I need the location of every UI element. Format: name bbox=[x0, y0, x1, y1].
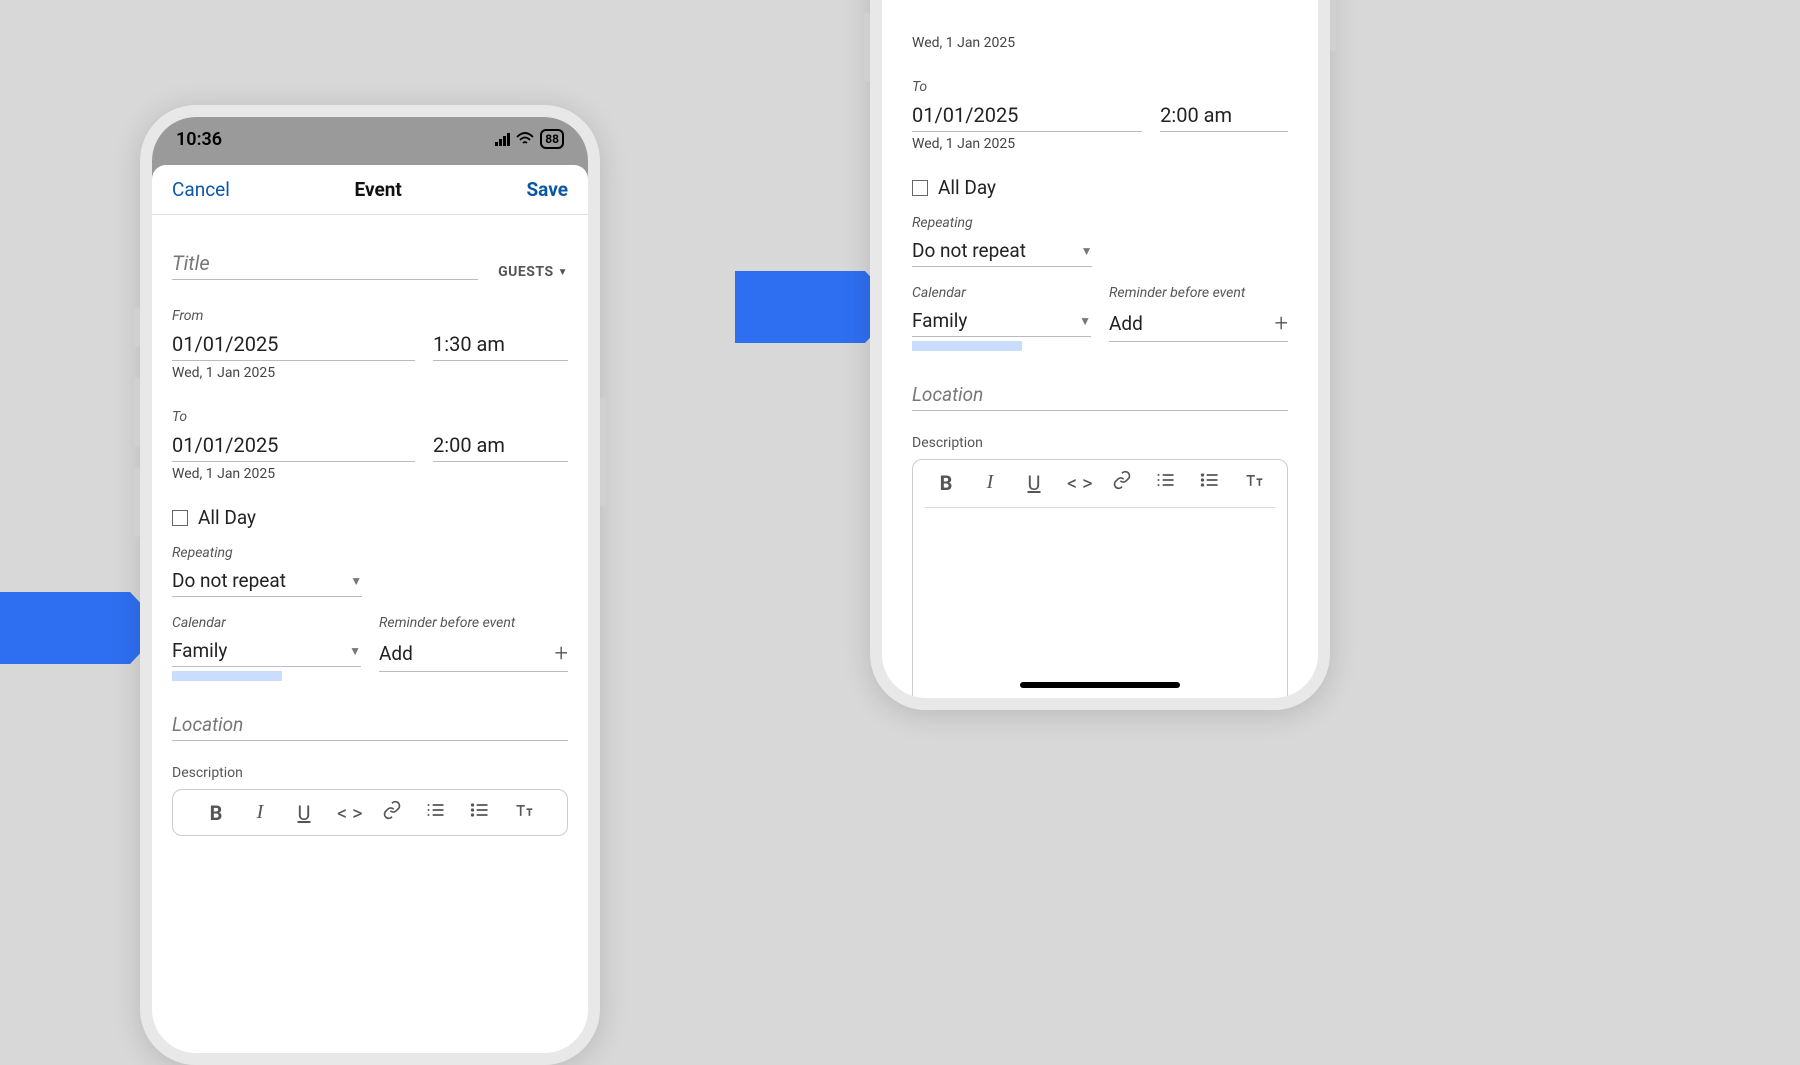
guests-button[interactable]: GUESTS ▼ bbox=[498, 264, 568, 280]
cancel-button[interactable]: Cancel bbox=[172, 178, 230, 201]
calendar-color-chip bbox=[912, 341, 1022, 351]
calendar-label: Calendar bbox=[912, 285, 1091, 301]
callout-arrow-left bbox=[0, 592, 130, 664]
repeating-label: Repeating bbox=[172, 545, 362, 561]
code-icon[interactable]: < > bbox=[337, 801, 359, 825]
underline-icon[interactable]: U bbox=[293, 801, 315, 825]
ordered-list-icon[interactable] bbox=[1155, 470, 1177, 495]
callout-arrow-right bbox=[735, 271, 865, 343]
from-date-input[interactable]: 01/01/2025 bbox=[172, 328, 415, 361]
reminder-value: Add bbox=[379, 642, 413, 665]
chevron-down-icon: ▼ bbox=[1081, 244, 1093, 258]
calendar-label: Calendar bbox=[172, 615, 361, 631]
reminder-value: Add bbox=[1109, 312, 1143, 335]
calendar-value: Family bbox=[172, 639, 227, 662]
description-editor[interactable]: B I U < > bbox=[912, 459, 1288, 698]
unordered-list-icon[interactable] bbox=[1199, 470, 1221, 495]
status-time: 10:36 bbox=[176, 129, 222, 150]
status-icons: 88 bbox=[495, 129, 564, 149]
bold-icon[interactable]: B bbox=[935, 471, 957, 495]
calendar-value: Family bbox=[912, 309, 967, 332]
unordered-list-icon[interactable] bbox=[469, 800, 491, 825]
location-input[interactable]: Location bbox=[912, 379, 1288, 411]
to-time-input[interactable]: 2:00 am bbox=[1160, 99, 1288, 132]
save-button[interactable]: Save bbox=[526, 178, 568, 201]
link-icon[interactable] bbox=[381, 800, 403, 825]
chevron-down-icon: ▼ bbox=[349, 644, 361, 658]
all-day-label: All Day bbox=[938, 176, 996, 199]
italic-icon[interactable]: I bbox=[249, 801, 271, 824]
code-icon[interactable]: < > bbox=[1067, 471, 1089, 495]
repeating-value: Do not repeat bbox=[912, 239, 1026, 262]
battery-icon: 88 bbox=[540, 129, 564, 149]
rte-toolbar: B I U < > bbox=[925, 470, 1275, 495]
all-day-label: All Day bbox=[198, 506, 256, 529]
calendar-color-chip bbox=[172, 671, 282, 681]
link-icon[interactable] bbox=[1111, 470, 1133, 495]
phone-mockup-left: 10:36 88 Cancel Event Save Title GUESTS … bbox=[140, 105, 600, 1065]
description-label: Description bbox=[172, 765, 568, 781]
chevron-down-icon: ▼ bbox=[558, 267, 568, 278]
location-input[interactable]: Location bbox=[172, 709, 568, 741]
calendar-select[interactable]: Family ▼ bbox=[172, 635, 361, 667]
from-day-text: Wed, 1 Jan 2025 bbox=[912, 35, 1288, 51]
from-time-input[interactable]: 1:30 am bbox=[433, 328, 568, 361]
to-label: To bbox=[172, 409, 568, 425]
repeating-select[interactable]: Do not repeat ▼ bbox=[172, 565, 362, 597]
to-day-text: Wed, 1 Jan 2025 bbox=[912, 136, 1288, 152]
reminder-label: Reminder before event bbox=[1109, 285, 1288, 301]
wifi-icon bbox=[516, 132, 534, 146]
reminder-label: Reminder before event bbox=[379, 615, 568, 631]
plus-icon: + bbox=[554, 639, 568, 667]
modal-header: Cancel Event Save bbox=[152, 165, 588, 215]
from-label: From bbox=[172, 308, 568, 324]
description-editor[interactable]: B I U < > bbox=[172, 789, 568, 836]
chevron-down-icon: ▼ bbox=[350, 574, 362, 588]
plus-icon: + bbox=[1274, 309, 1288, 337]
title-input[interactable]: Title bbox=[172, 247, 478, 280]
to-date-input[interactable]: 01/01/2025 bbox=[912, 99, 1142, 132]
repeating-select[interactable]: Do not repeat ▼ bbox=[912, 235, 1092, 267]
text-size-icon[interactable] bbox=[513, 800, 535, 825]
to-time-input[interactable]: 2:00 am bbox=[433, 429, 568, 462]
all-day-checkbox[interactable]: All Day bbox=[912, 176, 1288, 199]
phone-mockup-right: . . Wed, 1 Jan 2025 To 01/01/2025 2:00 a… bbox=[870, 0, 1330, 710]
bold-icon[interactable]: B bbox=[205, 801, 227, 825]
guests-label: GUESTS bbox=[498, 264, 553, 280]
italic-icon[interactable]: I bbox=[979, 471, 1001, 494]
to-label: To bbox=[912, 79, 1288, 95]
modal-title: Event bbox=[355, 178, 402, 201]
rte-toolbar: B I U < > bbox=[185, 800, 555, 825]
to-day-text: Wed, 1 Jan 2025 bbox=[172, 466, 568, 482]
to-date-input[interactable]: 01/01/2025 bbox=[172, 429, 415, 462]
status-bar: 10:36 88 bbox=[152, 117, 588, 161]
text-size-icon[interactable] bbox=[1243, 470, 1265, 495]
reminder-select[interactable]: Add + bbox=[1109, 305, 1288, 342]
checkbox-icon bbox=[912, 180, 928, 196]
calendar-select[interactable]: Family ▼ bbox=[912, 305, 1091, 337]
underline-icon[interactable]: U bbox=[1023, 471, 1045, 495]
repeating-label: Repeating bbox=[912, 215, 1092, 231]
description-textarea[interactable] bbox=[925, 508, 1275, 698]
reminder-select[interactable]: Add + bbox=[379, 635, 568, 672]
from-day-text: Wed, 1 Jan 2025 bbox=[172, 365, 568, 381]
chevron-down-icon: ▼ bbox=[1079, 314, 1091, 328]
home-indicator[interactable] bbox=[1020, 682, 1180, 688]
checkbox-icon bbox=[172, 510, 188, 526]
ordered-list-icon[interactable] bbox=[425, 800, 447, 825]
signal-icon bbox=[495, 133, 510, 146]
all-day-checkbox[interactable]: All Day bbox=[172, 506, 568, 529]
repeating-value: Do not repeat bbox=[172, 569, 286, 592]
description-label: Description bbox=[912, 435, 1288, 451]
